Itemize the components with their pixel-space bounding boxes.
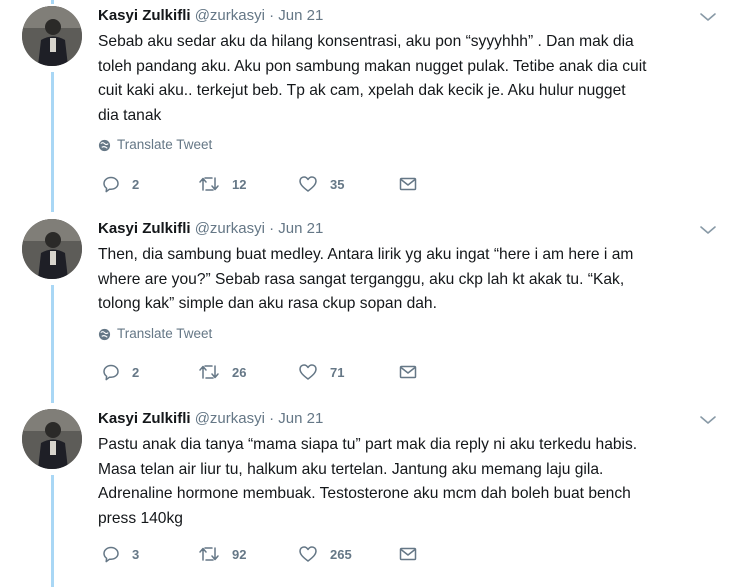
separator: · — [269, 410, 275, 427]
like-button[interactable]: 265 — [298, 543, 352, 565]
tweet-text: Sebab aku sedar aku da hilang konsentras… — [98, 30, 708, 128]
tweet-text-line: where are you?” Sebab rasa sangat tergan… — [98, 270, 625, 288]
retweet-count: 92 — [232, 546, 247, 562]
message-button[interactable] — [398, 361, 418, 383]
globe-icon — [98, 328, 111, 340]
reply-button[interactable]: 3 — [102, 543, 139, 565]
reply-button[interactable]: 2 — [102, 361, 139, 383]
retweet-icon — [199, 547, 219, 561]
reply-count: 2 — [132, 176, 140, 192]
tweet-text-line: toleh pandang aku. Aku pon sambung makan… — [98, 57, 647, 75]
translate-label: Translate Tweet — [117, 326, 213, 341]
reply-icon — [103, 176, 119, 193]
retweet-button[interactable]: 12 — [198, 173, 246, 195]
tweet-date[interactable]: Jun 21 — [278, 220, 323, 237]
tweet-text: Then, dia sambung buat medley. Antara li… — [98, 243, 708, 317]
tweet-header: Kasyi Zulkifli @zurkasyi · Jun 21 — [98, 219, 323, 239]
reply-count: 2 — [132, 364, 140, 380]
separator: · — [269, 7, 275, 24]
tweet-header: Kasyi Zulkifli @zurkasyi · Jun 21 — [98, 409, 323, 429]
tweet-text-line: Pastu anak dia tanya “mama siapa tu” par… — [98, 436, 638, 453]
avatar[interactable] — [22, 409, 82, 469]
like-button[interactable]: 71 — [298, 361, 344, 383]
message-button[interactable] — [398, 173, 418, 195]
author-handle[interactable]: @zurkasyi — [195, 410, 265, 427]
message-button[interactable] — [398, 543, 418, 565]
retweet-count: 12 — [232, 176, 247, 192]
tweet-text-line: Then, dia sambung buat medley. Antara li… — [98, 246, 634, 263]
chevron-down-icon[interactable] — [698, 413, 718, 427]
message-icon — [399, 177, 417, 191]
chevron-down-icon[interactable] — [698, 10, 718, 24]
retweet-count: 26 — [232, 364, 247, 380]
like-count: 265 — [330, 546, 352, 562]
message-icon — [399, 547, 417, 561]
retweet-button[interactable]: 26 — [198, 361, 246, 383]
tweet[interactable]: Kasyi Zulkifli @zurkasyi · Jun 21 Pastu … — [0, 403, 736, 587]
author-handle[interactable]: @zurkasyi — [195, 220, 265, 237]
reply-count: 3 — [132, 546, 140, 562]
reply-button[interactable]: 2 — [102, 173, 139, 195]
tweet-date[interactable]: Jun 21 — [278, 7, 323, 24]
message-icon — [399, 365, 417, 379]
avatar[interactable] — [22, 219, 82, 279]
like-icon — [299, 176, 317, 192]
translate-tweet-link[interactable]: Translate Tweet — [98, 326, 212, 342]
tweet-text-line: tolong kak” simple dan aku rasa ckup sop… — [98, 295, 437, 313]
reply-icon — [103, 364, 119, 381]
tweet-text-line: dia tanak — [98, 106, 162, 124]
author-name[interactable]: Kasyi Zulkifli — [98, 410, 191, 427]
tweet-text-line: Sebab aku sedar aku da hilang konsentras… — [98, 33, 634, 50]
separator: · — [269, 220, 275, 237]
retweet-icon — [199, 177, 219, 191]
tweet-actions: 2 26 71 — [102, 361, 432, 383]
author-name[interactable]: Kasyi Zulkifli — [98, 7, 191, 24]
author-handle[interactable]: @zurkasyi — [195, 7, 265, 24]
translate-tweet-link[interactable]: Translate Tweet — [98, 137, 212, 153]
tweet-actions: 3 92 265 — [102, 543, 432, 565]
like-icon — [299, 364, 317, 380]
tweet-text-line: press 140kg — [98, 509, 183, 527]
tweet[interactable]: Kasyi Zulkifli @zurkasyi · Jun 21 Then, … — [0, 213, 736, 398]
like-count: 35 — [330, 176, 345, 192]
like-button[interactable]: 35 — [298, 173, 344, 195]
tweet-actions: 2 12 35 — [102, 173, 432, 195]
globe-icon — [98, 139, 111, 151]
tweet-text-line: cuit kaki aku.. terkejut beb. Tp ak cam,… — [98, 82, 626, 100]
retweet-icon — [199, 365, 219, 379]
author-name[interactable]: Kasyi Zulkifli — [98, 220, 191, 237]
translate-label: Translate Tweet — [117, 137, 213, 152]
tweet-text-line: Adrenaline hormone membuak. Testosterone… — [98, 485, 631, 503]
tweet-text: Pastu anak dia tanya “mama siapa tu” par… — [98, 433, 708, 531]
like-count: 71 — [330, 364, 345, 380]
chevron-down-icon[interactable] — [698, 223, 718, 237]
tweet[interactable]: Kasyi Zulkifli @zurkasyi · Jun 21 Sebab … — [0, 0, 736, 205]
tweet-text-line: Masa telan air liur tu, halkum aku terte… — [98, 460, 604, 478]
tweet-date[interactable]: Jun 21 — [278, 410, 323, 427]
tweet-header: Kasyi Zulkifli @zurkasyi · Jun 21 — [98, 6, 323, 26]
reply-icon — [103, 546, 119, 563]
avatar[interactable] — [22, 6, 82, 66]
retweet-button[interactable]: 92 — [198, 543, 246, 565]
like-icon — [299, 546, 317, 562]
